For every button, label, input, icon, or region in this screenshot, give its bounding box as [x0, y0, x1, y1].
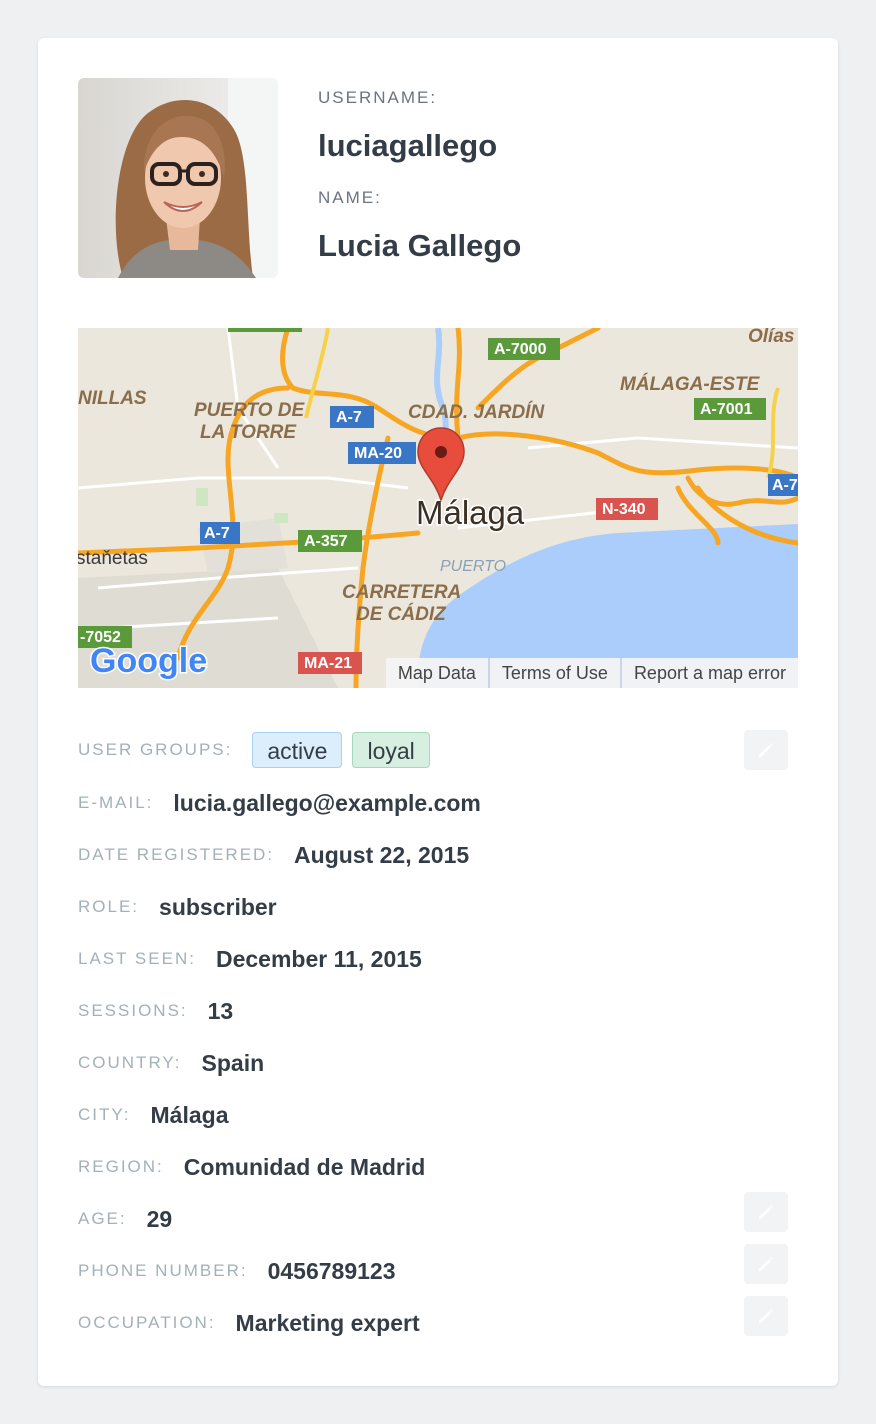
region-value: Comunidad de Madrid — [183, 1153, 426, 1180]
user-groups-row: USER GROUPS: active loyal — [78, 732, 440, 768]
map-place-cdad-jardin: CDAD. JARDÍN — [408, 401, 545, 423]
city-label: CITY: — [78, 1105, 131, 1124]
report-map-error-link[interactable]: Report a map error — [619, 658, 798, 688]
email-value: lucia.gallego@example.com — [173, 789, 481, 816]
pencil-icon — [759, 743, 773, 757]
road-a7-edge: A-7 — [772, 477, 798, 494]
map-place-nillas: NILLAS — [78, 388, 147, 409]
pencil-icon — [759, 1257, 773, 1271]
username-label: USERNAME: — [318, 88, 438, 107]
phone-row: PHONE NUMBER: 0456789123 — [78, 1256, 396, 1286]
city-row: CITY: Málaga — [78, 1100, 229, 1130]
name-value: Lucia Gallego — [318, 228, 522, 263]
age-row: AGE: 29 — [78, 1204, 172, 1234]
terms-of-use-link[interactable]: Terms of Use — [487, 658, 620, 688]
role-row: ROLE: subscriber — [78, 892, 277, 922]
road-ma20: MA-20 — [354, 445, 402, 462]
username-value: luciagallego — [318, 128, 498, 163]
email-row: E-MAIL: lucia.gallego@example.com — [78, 788, 481, 818]
date-registered-label: DATE REGISTERED: — [78, 845, 275, 864]
road-a7-1: A-7 — [336, 409, 362, 426]
pencil-icon — [759, 1309, 773, 1323]
country-row: COUNTRY: Spain — [78, 1048, 264, 1078]
map-place-castanetas: staňetas — [78, 548, 148, 569]
role-value: subscriber — [159, 893, 277, 920]
edit-phone-button[interactable] — [744, 1244, 788, 1284]
age-label: AGE: — [78, 1209, 127, 1228]
road-a7001: A-7001 — [700, 401, 753, 418]
map-place-puerto-torre-2: LA TORRE — [200, 422, 297, 443]
user-profile-card: USERNAME: luciagallego NAME: Lucia Galle… — [38, 38, 838, 1386]
occupation-label: OCCUPATION: — [78, 1313, 216, 1332]
occupation-value: Marketing expert — [235, 1309, 420, 1336]
edit-occupation-button[interactable] — [744, 1296, 788, 1336]
map-place-carretera-1: CARRETERA — [342, 582, 461, 603]
map-place-puerto: PUERTO — [440, 558, 506, 575]
map-place-olias: Olías — [748, 328, 794, 347]
name-label: NAME: — [318, 188, 382, 207]
map-place-puerto-torre-1: PUERTO DE — [194, 400, 305, 421]
svg-text:Google: Google — [90, 642, 207, 680]
date-registered-row: DATE REGISTERED: August 22, 2015 — [78, 840, 469, 870]
sessions-value: 13 — [207, 997, 234, 1024]
phone-value: 0456789123 — [267, 1257, 396, 1284]
map-data-link[interactable]: Map Data — [386, 658, 488, 688]
pencil-icon — [759, 1205, 773, 1219]
age-value: 29 — [146, 1205, 173, 1232]
road-ma21: MA-21 — [304, 655, 352, 672]
road-a7-2: A-7 — [204, 525, 230, 542]
city-value: Málaga — [150, 1101, 229, 1128]
phone-label: PHONE NUMBER: — [78, 1261, 248, 1280]
sessions-label: SESSIONS: — [78, 1001, 188, 1020]
edit-age-button[interactable] — [744, 1192, 788, 1232]
last-seen-label: LAST SEEN: — [78, 949, 196, 968]
date-registered-value: August 22, 2015 — [294, 841, 470, 868]
google-logo: Google — [89, 641, 209, 682]
map-place-malaga-este: MÁLAGA-ESTE — [620, 373, 761, 395]
avatar — [78, 78, 278, 278]
road-a7000: A-7000 — [494, 341, 547, 358]
map-place-carretera-2: DE CÁDIZ — [356, 603, 447, 625]
group-tag-active[interactable]: active — [252, 732, 343, 768]
map-footer: Map Data Terms of Use Report a map error — [385, 658, 798, 688]
last-seen-value: December 11, 2015 — [215, 945, 422, 972]
country-label: COUNTRY: — [78, 1053, 182, 1072]
edit-user-groups-button[interactable] — [744, 730, 788, 770]
road-a357: A-357 — [304, 533, 348, 550]
region-row: REGION: Comunidad de Madrid — [78, 1152, 425, 1182]
region-label: REGION: — [78, 1157, 164, 1176]
country-value: Spain — [201, 1049, 265, 1076]
user-groups-label: USER GROUPS: — [78, 740, 233, 759]
sessions-row: SESSIONS: 13 — [78, 996, 233, 1026]
group-tag-loyal[interactable]: loyal — [352, 732, 430, 768]
email-label: E-MAIL: — [78, 793, 154, 812]
role-label: ROLE: — [78, 897, 140, 916]
occupation-row: OCCUPATION: Marketing expert — [78, 1308, 420, 1338]
location-map[interactable]: Olías MÁLAGA-ESTE NILLAS PUERTO DE LA TO… — [78, 328, 798, 688]
map-city-label: Málaga — [416, 494, 525, 531]
road-n340: N-340 — [602, 501, 646, 518]
last-seen-row: LAST SEEN: December 11, 2015 — [78, 944, 422, 974]
